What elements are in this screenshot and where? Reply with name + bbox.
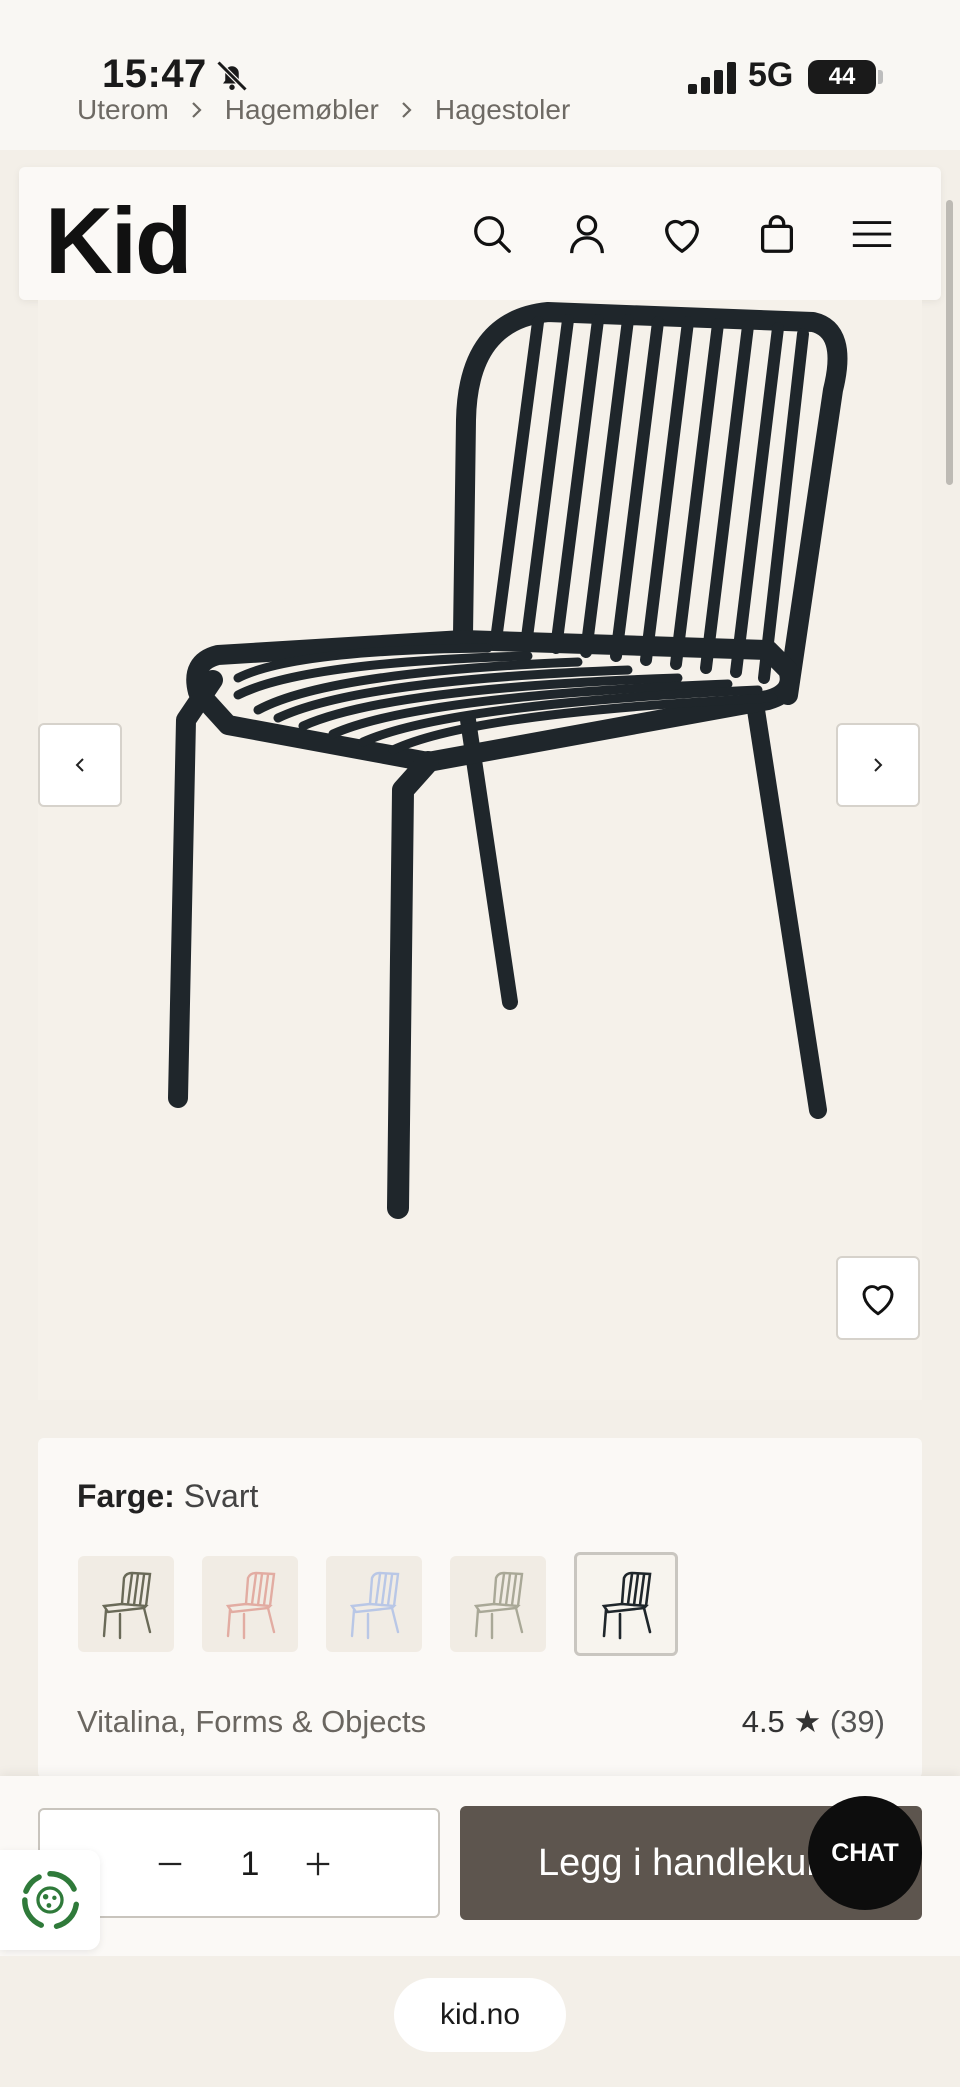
product-options: Farge: Svart Vitalina, Forms & Objects 4… — [38, 1438, 922, 1778]
quantity-value[interactable]: 1 — [230, 1840, 270, 1888]
add-to-wishlist-button[interactable] — [836, 1256, 920, 1340]
status-time: 15:47 — [102, 52, 207, 96]
product-rating[interactable]: 4.5 ★ (39) — [742, 1704, 885, 1740]
breadcrumb-uterom[interactable]: Uterom — [77, 94, 169, 126]
swatch-pink[interactable] — [202, 1556, 298, 1652]
chair-thumbnail — [225, 1571, 276, 1640]
chat-button[interactable]: CHAT — [808, 1796, 922, 1910]
rating-count: (39) — [829, 1704, 885, 1739]
chevron-right-icon — [192, 102, 202, 118]
increase-quantity-button[interactable] — [294, 1840, 342, 1888]
wishlist-button[interactable] — [659, 211, 705, 257]
chair-thumbnail — [601, 1571, 652, 1640]
kid-logo[interactable]: Kid — [45, 187, 192, 295]
gallery-prev-button[interactable] — [38, 723, 122, 807]
signal-icon — [688, 62, 736, 94]
site-header: Kid — [19, 167, 941, 300]
minus-icon — [158, 1862, 182, 1866]
account-button[interactable] — [564, 211, 610, 257]
url-bar[interactable]: kid.no — [394, 1978, 566, 2052]
color-selection-label: Farge: Svart — [77, 1478, 258, 1515]
product-name[interactable]: Vitalina, Forms & Objects — [77, 1704, 426, 1740]
chair-thumbnail — [349, 1571, 400, 1640]
product-meta: Vitalina, Forms & Objects 4.5 ★ (39) — [77, 1704, 885, 1740]
rating-value: 4.5 — [741, 1704, 785, 1739]
swatch-green[interactable] — [78, 1556, 174, 1652]
search-icon — [474, 216, 511, 253]
shopping-bag-icon — [760, 215, 794, 253]
recycle-icon — [22, 1871, 79, 1929]
chair-thumbnail — [473, 1571, 524, 1640]
color-value: Svart — [183, 1478, 259, 1514]
product-image[interactable] — [128, 300, 848, 1230]
scrollbar[interactable] — [946, 200, 953, 485]
product-gallery — [38, 300, 922, 1400]
network-type: 5G — [748, 56, 794, 94]
heart-icon — [665, 219, 699, 253]
swatch-beige[interactable] — [450, 1556, 546, 1652]
swatch-blue[interactable] — [326, 1556, 422, 1652]
cart-button[interactable] — [754, 211, 800, 257]
plus-icon — [306, 1852, 330, 1876]
chevron-right-icon — [402, 102, 412, 118]
swatch-black[interactable] — [574, 1552, 678, 1656]
browser-bottom-bar: kid.no — [0, 1956, 960, 2087]
account-icon — [570, 215, 604, 254]
heart-icon — [862, 1285, 894, 1316]
decrease-quantity-button[interactable] — [146, 1840, 194, 1888]
chair-thumbnail — [101, 1571, 152, 1640]
chevron-left-icon — [75, 758, 84, 772]
battery-icon: 44 — [808, 60, 876, 94]
breadcrumb: Uterom Hagemøbler Hagestoler — [77, 92, 570, 128]
color-swatches — [78, 1552, 678, 1656]
battery-cap — [878, 70, 883, 84]
breadcrumb-hagestoler[interactable]: Hagestoler — [435, 94, 570, 126]
eco-badge[interactable] — [0, 1850, 100, 1950]
gallery-next-button[interactable] — [836, 723, 920, 807]
chevron-right-icon — [874, 758, 883, 772]
bell-off-icon — [216, 60, 248, 92]
star-icon: ★ — [793, 1704, 822, 1739]
hamburger-menu-icon — [852, 221, 892, 247]
menu-button[interactable] — [849, 211, 895, 257]
search-button[interactable] — [469, 211, 515, 257]
breadcrumb-hagemobler[interactable]: Hagemøbler — [225, 94, 379, 126]
color-label: Farge: — [77, 1478, 175, 1514]
